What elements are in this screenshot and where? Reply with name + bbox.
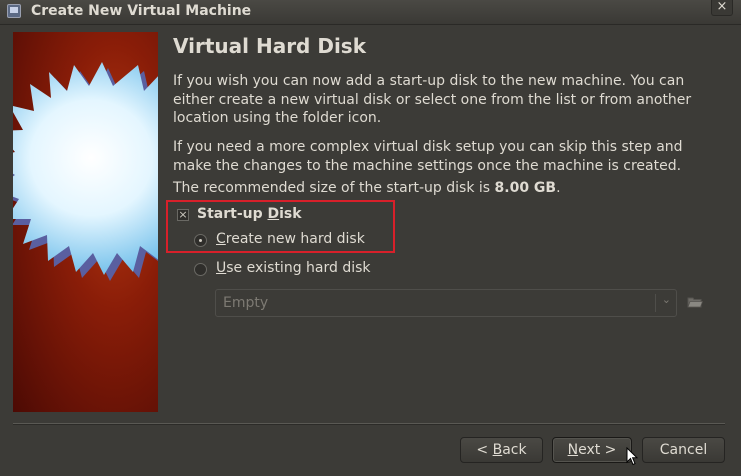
recommended-size-prefix: The recommended size of the start-up dis… bbox=[173, 180, 495, 196]
use-existing-label-rest: se existing hard disk bbox=[226, 260, 371, 276]
back-button[interactable]: < Back bbox=[460, 437, 543, 463]
advanced-setup-paragraph: If you need a more complex virtual disk … bbox=[173, 139, 683, 174]
next-mnemonic: N bbox=[567, 442, 579, 458]
recommended-size-text: The recommended size of the start-up dis… bbox=[173, 179, 718, 198]
startup-disk-label-post: isk bbox=[279, 206, 302, 222]
back-label-rest: ack bbox=[502, 442, 527, 458]
chevron-down-icon: ⌄ bbox=[661, 293, 671, 306]
existing-disk-combo-value: Empty bbox=[223, 295, 269, 311]
back-label-prefix: < bbox=[476, 442, 493, 458]
intro-paragraph: If you wish you can now add a start-up d… bbox=[173, 73, 692, 126]
startup-disk-checkbox[interactable]: × bbox=[177, 209, 189, 221]
next-label-rest: ext > bbox=[578, 442, 617, 458]
combo-separator bbox=[655, 294, 656, 312]
cancel-button[interactable]: Cancel bbox=[642, 437, 725, 463]
recommended-size-suffix: . bbox=[556, 180, 561, 196]
use-existing-mnemonic: U bbox=[216, 260, 227, 276]
recommended-size-value: 8.00 GB bbox=[494, 180, 557, 196]
next-button[interactable]: Next > bbox=[552, 437, 632, 463]
mouse-cursor-icon bbox=[626, 447, 638, 466]
existing-disk-combo[interactable]: Empty ⌄ bbox=[215, 289, 677, 317]
wizard-banner bbox=[13, 32, 158, 412]
title-bar: Create New Virtual Machine × bbox=[0, 0, 741, 25]
folder-open-icon[interactable] bbox=[687, 295, 704, 309]
use-existing-disk-label[interactable]: Use existing hard disk bbox=[216, 260, 371, 276]
close-button[interactable]: × bbox=[711, 0, 733, 16]
create-new-label-rest: reate new hard disk bbox=[225, 231, 365, 247]
window-title: Create New Virtual Machine bbox=[31, 3, 252, 19]
starburst-icon bbox=[13, 62, 158, 281]
back-mnemonic: B bbox=[492, 442, 503, 458]
page-heading: Virtual Hard Disk bbox=[173, 34, 366, 58]
startup-disk-mnemonic: D bbox=[267, 206, 280, 222]
use-existing-disk-radio[interactable] bbox=[194, 263, 207, 276]
create-new-disk-radio[interactable] bbox=[194, 234, 207, 247]
startup-disk-label-pre: Start-up bbox=[197, 206, 268, 222]
startup-disk-label[interactable]: Start-up Disk bbox=[197, 206, 302, 222]
button-separator bbox=[13, 423, 725, 424]
create-new-mnemonic: C bbox=[216, 231, 226, 247]
create-new-disk-label[interactable]: Create new hard disk bbox=[216, 231, 365, 247]
virtualbox-icon bbox=[7, 4, 21, 18]
